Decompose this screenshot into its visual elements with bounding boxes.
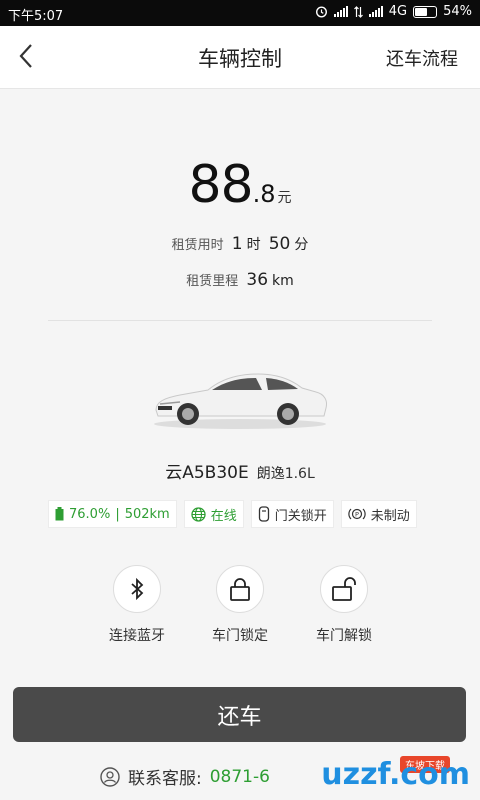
battery-percent: 54% bbox=[443, 4, 472, 19]
car-door-icon bbox=[258, 506, 269, 522]
vehicle-status-badges: 76.0% | 502km 在线 门关锁开 P 未制动 bbox=[48, 500, 432, 528]
car-info: 云A5B30E 朗逸1.6L bbox=[0, 458, 480, 483]
fee-integer: 88 bbox=[188, 155, 253, 215]
globe-icon bbox=[191, 506, 206, 522]
watermark-text: uzzf.com bbox=[321, 757, 470, 792]
unlock-icon bbox=[332, 577, 356, 601]
door-badge: 门关锁开 bbox=[250, 500, 334, 528]
battery-charge-icon bbox=[55, 507, 64, 521]
unlock-doors-button[interactable] bbox=[320, 565, 368, 613]
battery-percent-value: 76.0% bbox=[69, 506, 111, 522]
mileage-unit: km bbox=[272, 273, 294, 289]
divider bbox=[48, 320, 432, 321]
rental-time-label: 租赁用时 bbox=[171, 238, 224, 253]
customer-service-icon bbox=[100, 766, 120, 787]
lock-doors-button[interactable] bbox=[216, 565, 264, 613]
return-car-button[interactable]: 还车 bbox=[13, 687, 466, 742]
car-image bbox=[154, 373, 327, 429]
range-value: 502km bbox=[124, 506, 170, 522]
unlock-doors-label: 车门解锁 bbox=[316, 628, 372, 644]
connect-bluetooth-action[interactable]: 连接蓝牙 bbox=[92, 565, 182, 645]
bluetooth-icon bbox=[131, 577, 144, 601]
status-bar: 下午5:07 4G 54% bbox=[0, 0, 480, 26]
network-type: 4G bbox=[388, 4, 408, 19]
customer-service-label: 联系客服: bbox=[128, 769, 202, 789]
online-status: 在线 bbox=[210, 508, 237, 524]
connect-bluetooth-label: 连接蓝牙 bbox=[109, 628, 165, 644]
unlock-doors-action[interactable]: 车门解锁 bbox=[299, 565, 389, 645]
hours-unit: 时 bbox=[246, 237, 261, 253]
rental-minutes: 50 bbox=[268, 234, 291, 254]
rental-mileage: 租赁里程 36 km bbox=[0, 270, 480, 290]
customer-service-phone[interactable]: 0871-6 bbox=[210, 767, 270, 787]
lock-doors-label: 车门锁定 bbox=[212, 628, 268, 644]
battery-icon bbox=[413, 5, 438, 18]
alarm-icon bbox=[315, 6, 327, 18]
fee-unit: 元 bbox=[277, 190, 292, 206]
door-status: 门关锁开 bbox=[274, 508, 327, 524]
car-model: 朗逸1.6L bbox=[256, 466, 315, 482]
fee-decimal: .8 bbox=[252, 180, 276, 208]
status-time: 下午5:07 bbox=[8, 9, 64, 24]
lock-icon bbox=[230, 578, 250, 601]
rental-time: 租赁用时 1时 50 分 bbox=[0, 234, 480, 254]
rental-fee: 88.8 元 bbox=[0, 155, 480, 215]
battery-range-badge: 76.0% | 502km bbox=[48, 500, 177, 528]
return-flow-link[interactable]: 还车流程 bbox=[386, 45, 458, 71]
data-transfer-icon bbox=[353, 5, 363, 18]
rental-mileage-label: 租赁里程 bbox=[186, 274, 239, 289]
signal-icon-2 bbox=[368, 6, 383, 17]
car-plate: 云A5B30E bbox=[165, 463, 249, 483]
app-header: 车辆控制 还车流程 bbox=[0, 26, 480, 89]
connect-bluetooth-button[interactable] bbox=[113, 565, 161, 613]
rental-mileage-value: 36 bbox=[246, 270, 269, 290]
status-icons: 4G 54% bbox=[315, 4, 472, 19]
parking-brake-icon: P bbox=[348, 508, 366, 520]
svg-text:P: P bbox=[355, 511, 359, 519]
signal-icon bbox=[333, 6, 348, 17]
minutes-unit: 分 bbox=[294, 237, 309, 253]
brake-badge: P 未制动 bbox=[340, 500, 417, 528]
customer-service[interactable]: 联系客服: 0871-6 bbox=[100, 764, 270, 789]
online-badge: 在线 bbox=[183, 500, 244, 528]
rental-hours: 1 bbox=[231, 234, 243, 254]
watermark-logo: 东坡下载 uzzf.com bbox=[298, 744, 474, 794]
brake-status: 未制动 bbox=[370, 508, 410, 524]
lock-doors-action[interactable]: 车门锁定 bbox=[195, 565, 285, 645]
badge-separator: | bbox=[115, 506, 120, 522]
